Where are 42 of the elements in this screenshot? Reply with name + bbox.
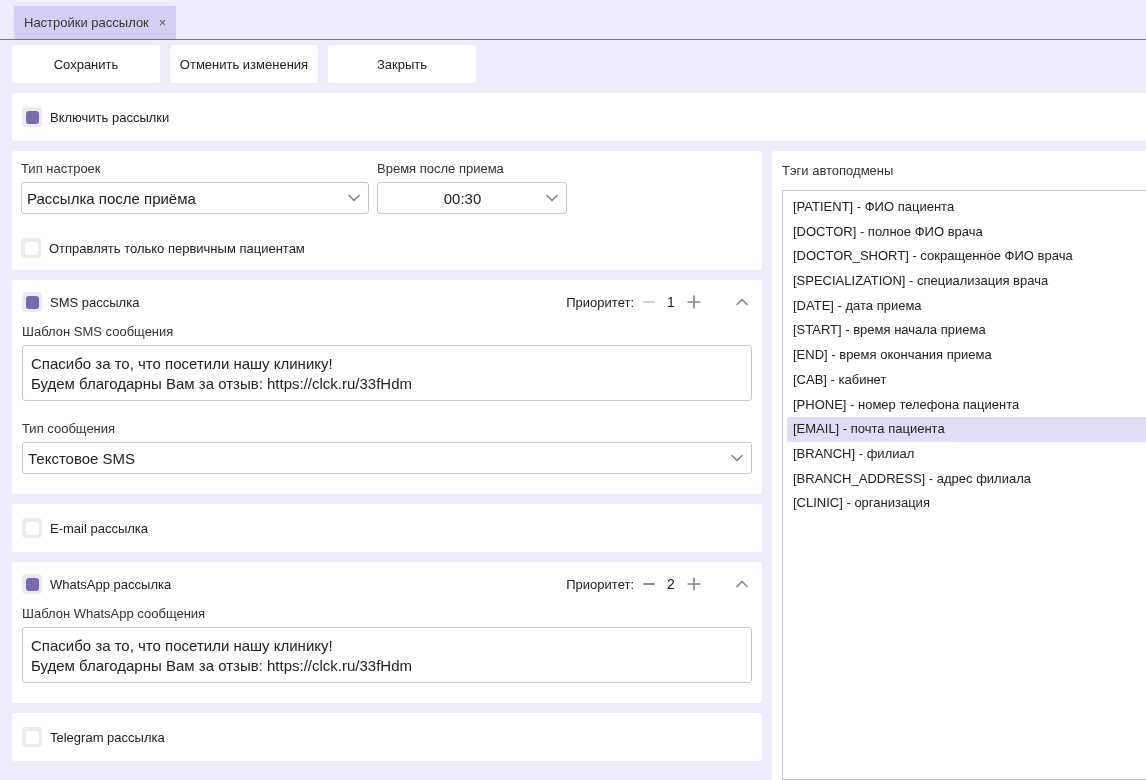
tag-item[interactable]: [DOCTOR_SHORT] - сокращенное ФИО врача [787, 244, 1146, 270]
priority-value: 2 [666, 576, 676, 592]
checkbox-label: Отправлять только первичным пациентам [49, 240, 305, 256]
channel-label: E-mail рассылка [50, 520, 149, 536]
field-label: Тип сообщения [22, 421, 117, 436]
tag-item[interactable]: [DATE] - дата приема [787, 293, 1146, 319]
tag-item[interactable]: [PATIENT] - ФИО пациента [787, 195, 1146, 220]
tag-item[interactable]: [START] - время начала приема [787, 318, 1146, 344]
tag-item[interactable]: [DOCTOR] - полное ФИО врача [787, 219, 1146, 245]
checkbox-label: Включить рассылки [50, 109, 170, 125]
tag-item[interactable]: [CLINIC] - организация [787, 491, 1146, 516]
priority-label: Приоритет: [566, 294, 634, 310]
toolbar-button[interactable]: Отменить изменения [170, 45, 318, 83]
tag-item[interactable]: [EMAIL] - почта пациента [787, 417, 1146, 442]
template-field[interactable]: Спасибо за то, что посетили нашу клинику! Будем благодарны Вам за отзыв: https://clck.ru/33fHdm [22, 627, 752, 683]
template-field[interactable]: Спасибо за то, что посетили нашу клинику! Будем благодарны Вам за отзыв: https://clck.ru/33fHdm [22, 345, 752, 401]
checkbox[interactable] [22, 574, 42, 594]
channel-label: WhatsApp рассылка [50, 576, 172, 592]
toolbar-button[interactable]: Закрыть [328, 45, 476, 83]
priority-value: 1 [666, 294, 676, 310]
tag-item[interactable]: [CAB] - кабинет [787, 367, 1146, 393]
settings-type-select[interactable]: Рассылка после приёма [21, 182, 369, 214]
close-icon[interactable]: × [158, 15, 167, 30]
tag-item[interactable]: [SPECIALIZATION] - специализация врача [787, 269, 1146, 294]
tag-item[interactable]: [BRANCH] - филиал [787, 441, 1146, 467]
tag-item[interactable]: [BRANCH_ADDRESS] - адрес филиала [787, 466, 1146, 492]
time-select[interactable]: 00:30 [377, 182, 567, 214]
field-label: Шаблон WhatsApp сообщения [22, 606, 207, 621]
tag-item[interactable]: [PHONE] - номер телефона пациента [787, 392, 1146, 418]
field-label: Тэги автоподмены [782, 163, 895, 178]
message-type-select[interactable]: Текстовое SMS [22, 442, 752, 474]
priority-label: Приоритет: [566, 576, 634, 592]
checkbox[interactable] [22, 107, 42, 127]
tag-item[interactable]: [END] - время окончания приема [787, 343, 1146, 368]
tab[interactable]: Настройки рассылок × [14, 6, 177, 39]
channel-label: Telegram рассылка [50, 729, 165, 745]
channel-label: SMS рассылка [50, 294, 140, 310]
field-label: Время после приема [377, 161, 505, 176]
field-label: Тип настроек [21, 161, 102, 176]
field-label: Шаблон SMS сообщения [22, 324, 175, 339]
checkbox[interactable] [22, 292, 42, 312]
toolbar-button[interactable]: Сохранить [12, 45, 160, 83]
